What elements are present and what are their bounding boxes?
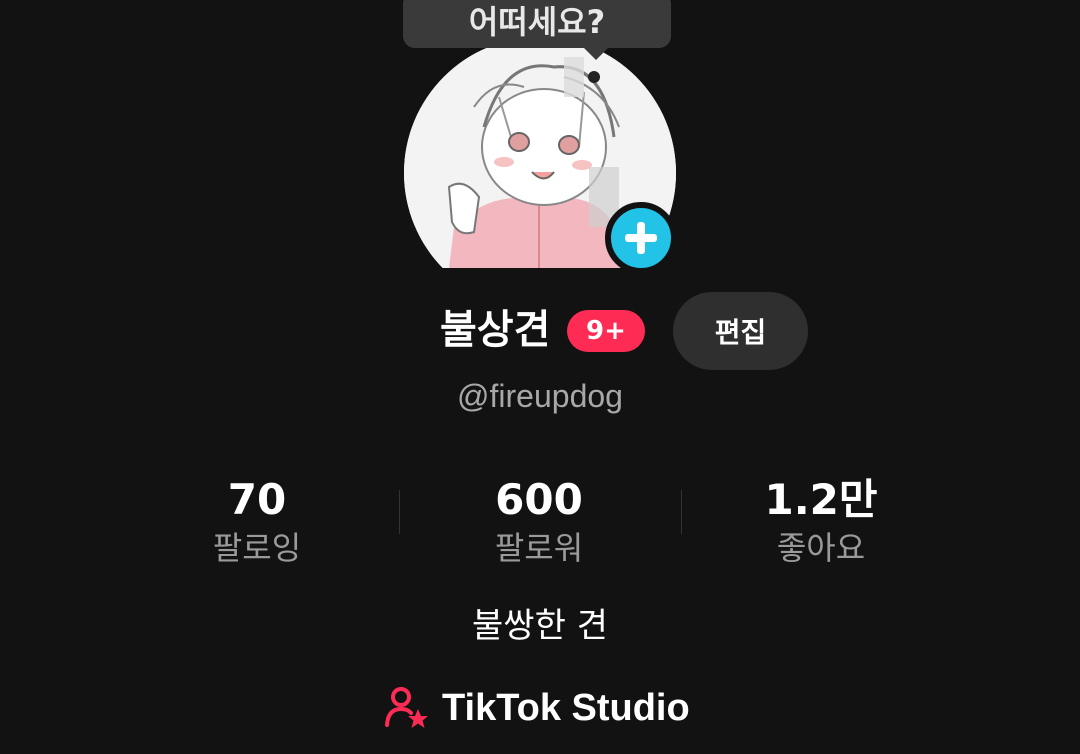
profile-handle: @fireupdog <box>457 378 623 414</box>
user-star-icon <box>385 687 428 728</box>
stat-value: 70 <box>227 475 287 524</box>
edit-profile-button[interactable]: 편집 <box>673 292 808 370</box>
profile-screen: 어떠세요? 불상견 9+ 편집 @fireupdog 70 팔로잉 600 팔로… <box>0 0 1080 754</box>
stat-label: 좋아요 <box>776 529 866 567</box>
tooltip: 어떠세요? <box>403 0 671 48</box>
plus-icon <box>625 222 657 254</box>
stat-label: 팔로잉 <box>212 529 302 567</box>
stat-followers[interactable]: 600 팔로워 <box>409 474 669 570</box>
notification-badge[interactable]: 9+ <box>567 310 645 352</box>
tooltip-tail <box>582 46 610 60</box>
stat-following[interactable]: 70 팔로잉 <box>127 474 387 570</box>
stat-likes[interactable]: 1.2만 좋아요 <box>691 474 951 570</box>
stat-divider <box>399 490 400 534</box>
profile-bio: 불쌍한 견 <box>472 606 608 646</box>
tiktok-studio-link[interactable]: TikTok Studio <box>384 680 690 736</box>
profile-name: 불상견 <box>440 307 551 353</box>
stat-value: 1.2만 <box>764 475 878 524</box>
stat-divider <box>681 490 682 534</box>
stat-value: 600 <box>495 475 583 524</box>
add-story-button[interactable] <box>605 202 677 274</box>
stat-label: 팔로워 <box>494 529 584 567</box>
tiktok-studio-label: TikTok Studio <box>442 686 690 729</box>
